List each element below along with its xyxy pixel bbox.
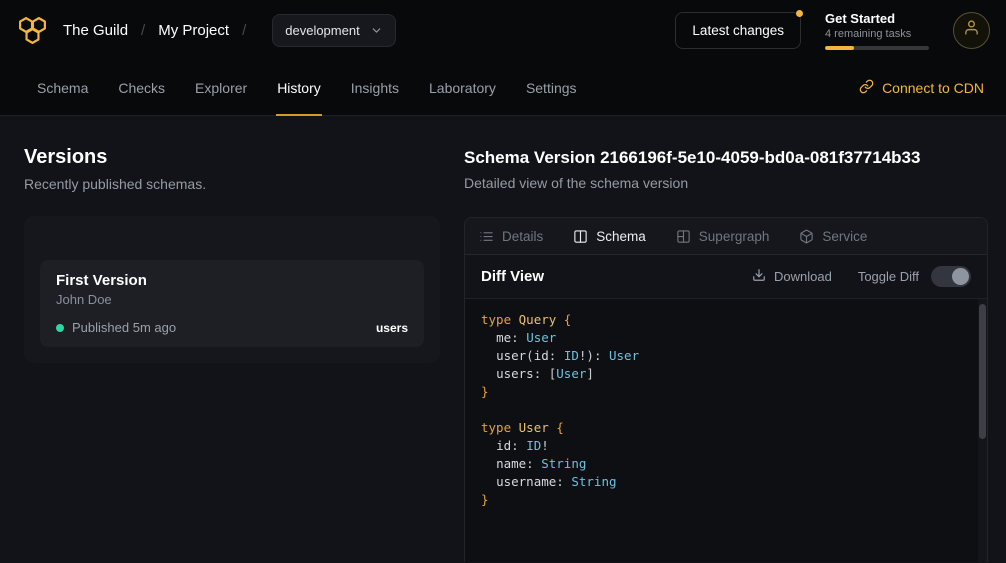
code-line: type Query {: [481, 311, 971, 329]
detail-tab-label: Service: [822, 229, 867, 244]
schema-grid-icon: [573, 229, 588, 244]
version-detail-panel: Details Schema Supergraph Service Diff View…: [464, 217, 988, 562]
environment-selector[interactable]: development: [272, 14, 395, 47]
published-status-dot: [56, 324, 64, 332]
diff-view-bar: Diff View Download Toggle Diff: [465, 255, 987, 299]
detail-tab-details[interactable]: Details: [479, 229, 543, 244]
breadcrumb: The Guild / My Project / development: [16, 14, 396, 47]
latest-changes-label: Latest changes: [692, 23, 784, 38]
detail-tab-supergraph[interactable]: Supergraph: [676, 229, 770, 244]
versions-section: Versions Recently published schemas. Fir…: [24, 116, 440, 563]
nav-tab-laboratory[interactable]: Laboratory: [428, 60, 497, 116]
code-line: }: [481, 491, 971, 509]
toggle-diff-switch[interactable]: [931, 266, 971, 287]
version-list-item[interactable]: First Version John Doe Published 5m ago …: [40, 260, 424, 347]
code-line: type User {: [481, 419, 971, 437]
toggle-diff-label: Toggle Diff: [858, 269, 919, 284]
nav-tab-explorer[interactable]: Explorer: [194, 60, 248, 116]
diff-view-title: Diff View: [481, 268, 544, 285]
download-button[interactable]: Download: [752, 268, 832, 285]
breadcrumb-org[interactable]: The Guild: [63, 22, 128, 39]
version-name: First Version: [56, 272, 408, 289]
code-line: [481, 401, 971, 419]
get-started-progress-track: [825, 46, 929, 50]
nav-tab-checks[interactable]: Checks: [117, 60, 166, 116]
breadcrumb-project[interactable]: My Project: [158, 22, 229, 39]
version-detail-section: Schema Version 2166196f-5e10-4059-bd0a-0…: [464, 116, 988, 563]
code-line: user(id: ID!): User: [481, 347, 971, 365]
connect-to-cdn-label: Connect to CDN: [882, 80, 984, 96]
environment-selector-value: development: [285, 23, 359, 38]
code-line: users: [User]: [481, 365, 971, 383]
chevron-down-icon: [370, 24, 383, 37]
detail-tab-label: Schema: [596, 229, 646, 244]
version-meta-row: Published 5m ago users: [56, 320, 408, 335]
get-started-widget[interactable]: Get Started 4 remaining tasks: [825, 11, 929, 50]
version-status: Published 5m ago: [72, 320, 176, 335]
link-icon: [859, 79, 874, 97]
code-line: id: ID!: [481, 437, 971, 455]
version-service-badge: users: [376, 321, 408, 335]
version-detail-title: Schema Version 2166196f-5e10-4059-bd0a-0…: [464, 148, 988, 168]
nav-tab-settings[interactable]: Settings: [525, 60, 578, 116]
detail-tabs: Details Schema Supergraph Service: [465, 218, 987, 255]
code-line: me: User: [481, 329, 971, 347]
code-scrollbar[interactable]: [978, 299, 987, 562]
main-nav: Schema Checks Explorer History Insights Labor…: [0, 60, 1006, 116]
detail-tab-label: Details: [502, 229, 543, 244]
toggle-knob: [952, 268, 969, 285]
main-content: Versions Recently published schemas. Fir…: [0, 116, 1006, 563]
user-avatar-icon: [963, 19, 980, 41]
guild-logo-icon[interactable]: [16, 14, 49, 47]
notification-dot: [796, 10, 803, 17]
breadcrumb-separator: /: [242, 22, 246, 39]
code-block[interactable]: type Query { me: User user(id: ID!): Use…: [465, 299, 987, 521]
nav-tab-insights[interactable]: Insights: [350, 60, 400, 116]
list-icon: [479, 229, 494, 244]
nav-tab-schema[interactable]: Schema: [36, 60, 89, 116]
versions-title: Versions: [24, 146, 440, 169]
download-label: Download: [774, 269, 832, 284]
code-scrollbar-thumb[interactable]: [979, 304, 986, 439]
get-started-title: Get Started: [825, 11, 929, 26]
schema-code-area: type Query { me: User user(id: ID!): Use…: [465, 299, 987, 562]
detail-tab-service[interactable]: Service: [799, 229, 867, 244]
nav-tab-history[interactable]: History: [276, 60, 322, 116]
connect-to-cdn-link[interactable]: Connect to CDN: [859, 79, 984, 97]
supergraph-grid-icon: [676, 229, 691, 244]
versions-subtitle: Recently published schemas.: [24, 176, 440, 192]
code-line: username: String: [481, 473, 971, 491]
get-started-progress-fill: [825, 46, 854, 50]
code-line: }: [481, 383, 971, 401]
versions-list-card: First Version John Doe Published 5m ago …: [24, 216, 440, 363]
header-actions: Latest changes Get Started 4 remaining t…: [675, 11, 990, 50]
diff-view-actions: Download Toggle Diff: [752, 266, 971, 287]
detail-tab-schema[interactable]: Schema: [573, 229, 646, 244]
version-detail-subtitle: Detailed view of the schema version: [464, 175, 988, 191]
nav-tabs: Schema Checks Explorer History Insights Labor…: [22, 60, 592, 116]
detail-tab-label: Supergraph: [699, 229, 770, 244]
get-started-subtitle: 4 remaining tasks: [825, 28, 929, 40]
download-icon: [752, 268, 766, 285]
toggle-diff-control: Toggle Diff: [858, 266, 971, 287]
code-line: name: String: [481, 455, 971, 473]
latest-changes-button[interactable]: Latest changes: [675, 12, 801, 49]
app-header: The Guild / My Project / development Lat…: [0, 0, 1006, 60]
version-author: John Doe: [56, 292, 408, 307]
user-avatar[interactable]: [953, 12, 990, 49]
breadcrumb-separator: /: [141, 22, 145, 39]
service-box-icon: [799, 229, 814, 244]
